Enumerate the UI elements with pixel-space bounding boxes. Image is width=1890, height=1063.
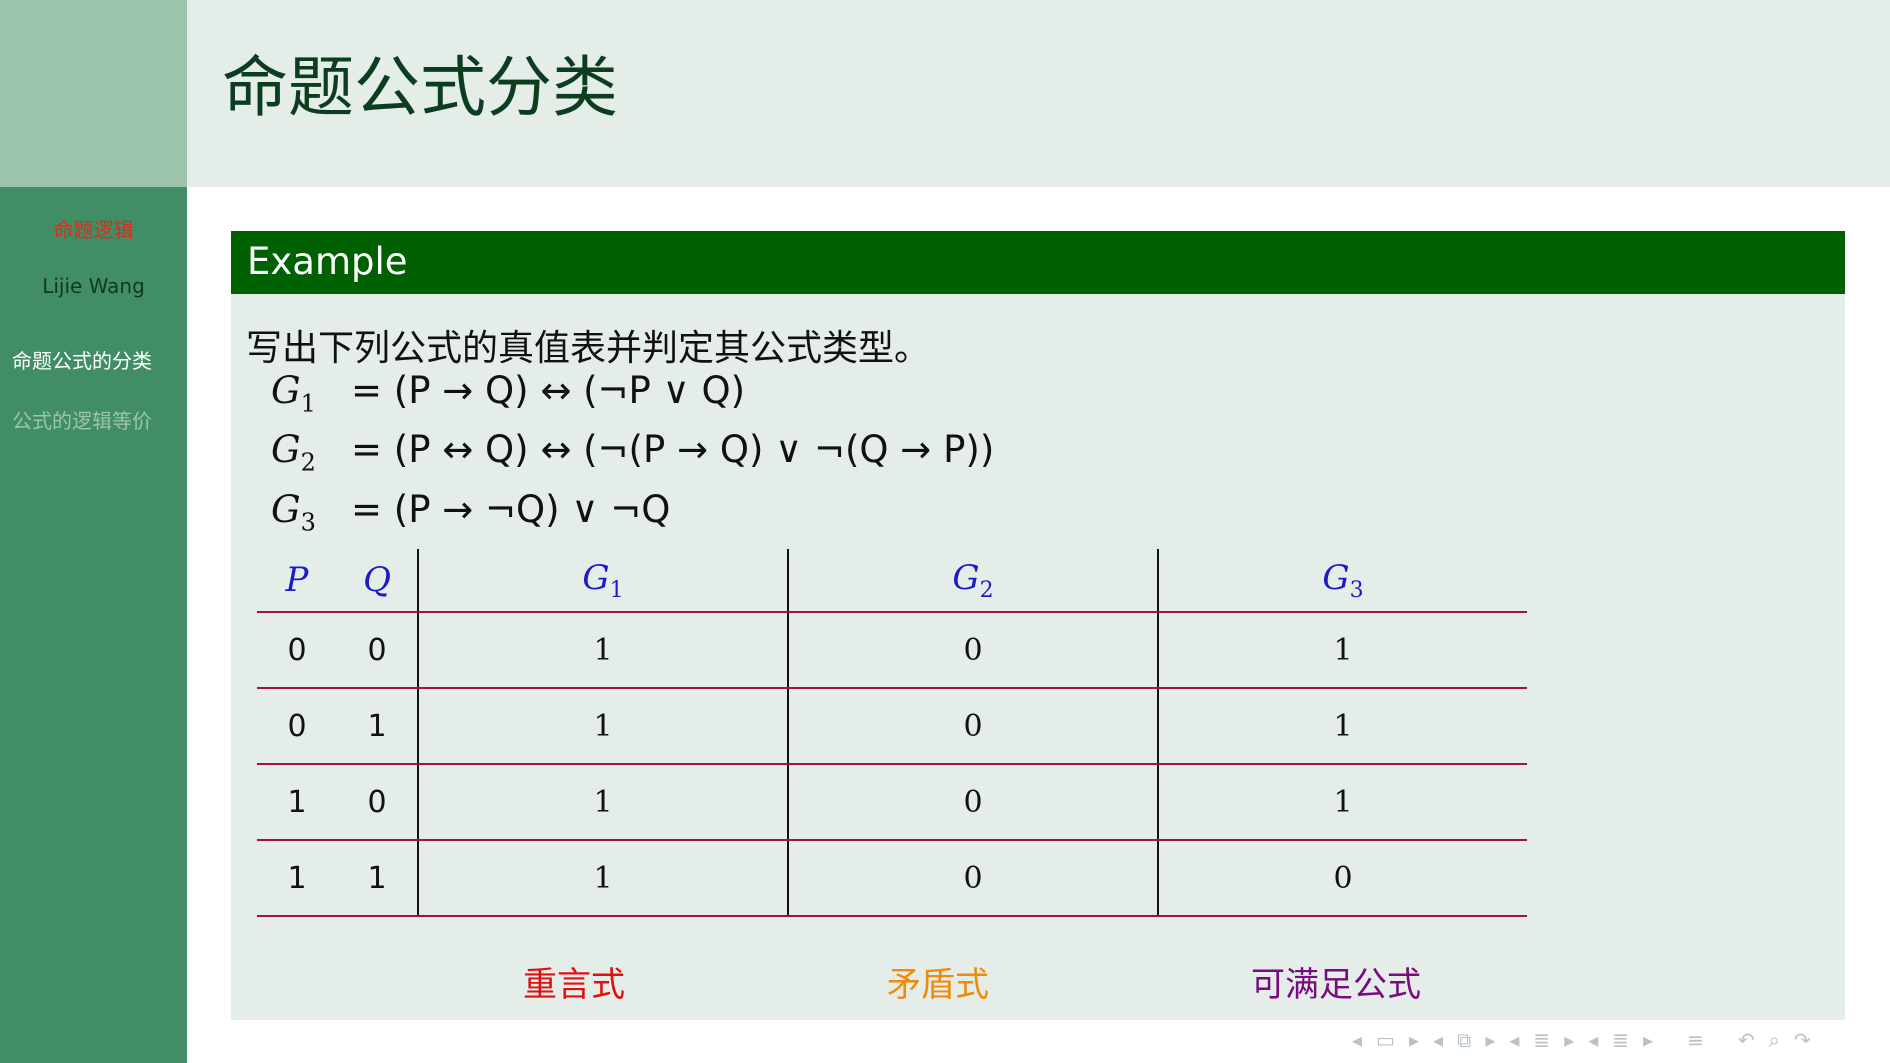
equation-lhs: G1: [271, 369, 316, 418]
cell-p: 0: [257, 612, 337, 689]
cell-p: 1: [257, 840, 337, 917]
cell-g2: 0: [787, 612, 1158, 689]
cell-g1: 1: [417, 764, 788, 841]
subsection-icon[interactable]: ⧉: [1457, 1028, 1471, 1052]
table-row: 0 1 1 0 1: [257, 688, 1527, 765]
nav-prev-icon[interactable]: ◂: [1509, 1028, 1519, 1052]
cell-g2: 0: [787, 840, 1158, 917]
type-label-contradiction: 矛盾式: [887, 965, 989, 1005]
nav-prev-icon[interactable]: ◂: [1588, 1028, 1598, 1052]
cell-g2: 0: [787, 764, 1158, 841]
nav-next-icon[interactable]: ▸: [1564, 1028, 1574, 1052]
document-icon[interactable]: ≣: [1612, 1028, 1629, 1052]
cell-g3: 1: [1157, 764, 1527, 841]
equation-lhs: G3: [271, 488, 316, 537]
sidebar-author: Lijie Wang: [42, 274, 145, 298]
cell-g3: 1: [1157, 612, 1527, 689]
nav-next-icon[interactable]: ▸: [1643, 1028, 1653, 1052]
toc-icon[interactable]: ≡: [1687, 1028, 1704, 1052]
column-header-g3: G3: [1157, 549, 1527, 613]
sidebar-title[interactable]: 命题逻辑: [0, 214, 187, 243]
equation-g1: G1 = (P → Q) ↔ (¬P ∨ Q): [271, 369, 745, 417]
nav-prev-icon[interactable]: ◂: [1352, 1028, 1362, 1052]
equation-lhs: G2: [271, 428, 316, 477]
frame-title: 命题公式分类: [222, 49, 618, 126]
nav-next-icon[interactable]: ▸: [1485, 1028, 1495, 1052]
nav-prev-icon[interactable]: ◂: [1433, 1028, 1443, 1052]
equation-rhs: = (P ↔ Q) ↔ (¬(P → Q) ∨ ¬(Q → P)): [351, 428, 995, 471]
cell-p: 0: [257, 688, 337, 765]
truth-table-header-row: P Q G1 G2 G3: [257, 549, 1527, 613]
back-icon[interactable]: ↶: [1738, 1028, 1755, 1052]
table-row: 1 1 1 0 0: [257, 840, 1527, 917]
frame-icon[interactable]: ▭: [1376, 1028, 1395, 1052]
equation-g3: G3 = (P → ¬Q) ∨ ¬Q: [271, 488, 670, 536]
cell-g1: 1: [417, 688, 788, 765]
equation-rhs: = (P → Q) ↔ (¬P ∨ Q): [351, 369, 746, 412]
example-block-header: Example: [231, 231, 1845, 294]
equation-rhs: = (P → ¬Q) ∨ ¬Q: [351, 488, 671, 531]
sidebar-header-area: [0, 0, 187, 187]
sidebar-item-equivalence[interactable]: 公式的逻辑等价: [12, 405, 152, 434]
cell-g1: 1: [417, 612, 788, 689]
column-header-g2: G2: [787, 549, 1158, 613]
cell-g3: 0: [1157, 840, 1527, 917]
example-block-title: Example: [247, 240, 408, 283]
cell-g1: 1: [417, 840, 788, 917]
cell-p: 1: [257, 764, 337, 841]
cell-q: 1: [337, 688, 418, 765]
sidebar-item-classification[interactable]: 命题公式的分类: [12, 345, 152, 374]
column-header-p: P: [257, 549, 337, 613]
sidebar: [0, 187, 187, 1063]
table-row: 0 0 1 0 1: [257, 612, 1527, 689]
type-label-tautology: 重言式: [523, 965, 625, 1005]
cell-q: 0: [337, 764, 418, 841]
table-row: 1 0 1 0 1: [257, 764, 1527, 841]
forward-icon[interactable]: ↷: [1794, 1028, 1811, 1052]
nav-next-icon[interactable]: ▸: [1409, 1028, 1419, 1052]
example-intro: 写出下列公式的真值表并判定其公式类型。: [246, 328, 931, 369]
column-header-q: Q: [337, 549, 418, 613]
column-header-g1: G1: [417, 549, 788, 613]
type-label-satisfiable: 可满足公式: [1251, 965, 1421, 1005]
beamer-navigation-bar: ◂ ▭ ▸ ◂ ⧉ ▸ ◂ ≣ ▸ ◂ ≣ ▸ ≡ ↶ ⌕ ↷: [1352, 1022, 1811, 1058]
search-icon[interactable]: ⌕: [1769, 1028, 1780, 1052]
cell-g2: 0: [787, 688, 1158, 765]
equation-g2: G2 = (P ↔ Q) ↔ (¬(P → Q) ∨ ¬(Q → P)): [271, 428, 994, 476]
example-block: Example 写出下列公式的真值表并判定其公式类型。 G1 = (P → Q) …: [231, 231, 1845, 1020]
cell-g3: 1: [1157, 688, 1527, 765]
cell-q: 0: [337, 612, 418, 689]
truth-table: P Q G1 G2 G3 0 0 1 0 1 0 1 1 0 1 1 0 1 0…: [257, 549, 1527, 917]
section-icon[interactable]: ≣: [1533, 1028, 1550, 1052]
cell-q: 1: [337, 840, 418, 917]
